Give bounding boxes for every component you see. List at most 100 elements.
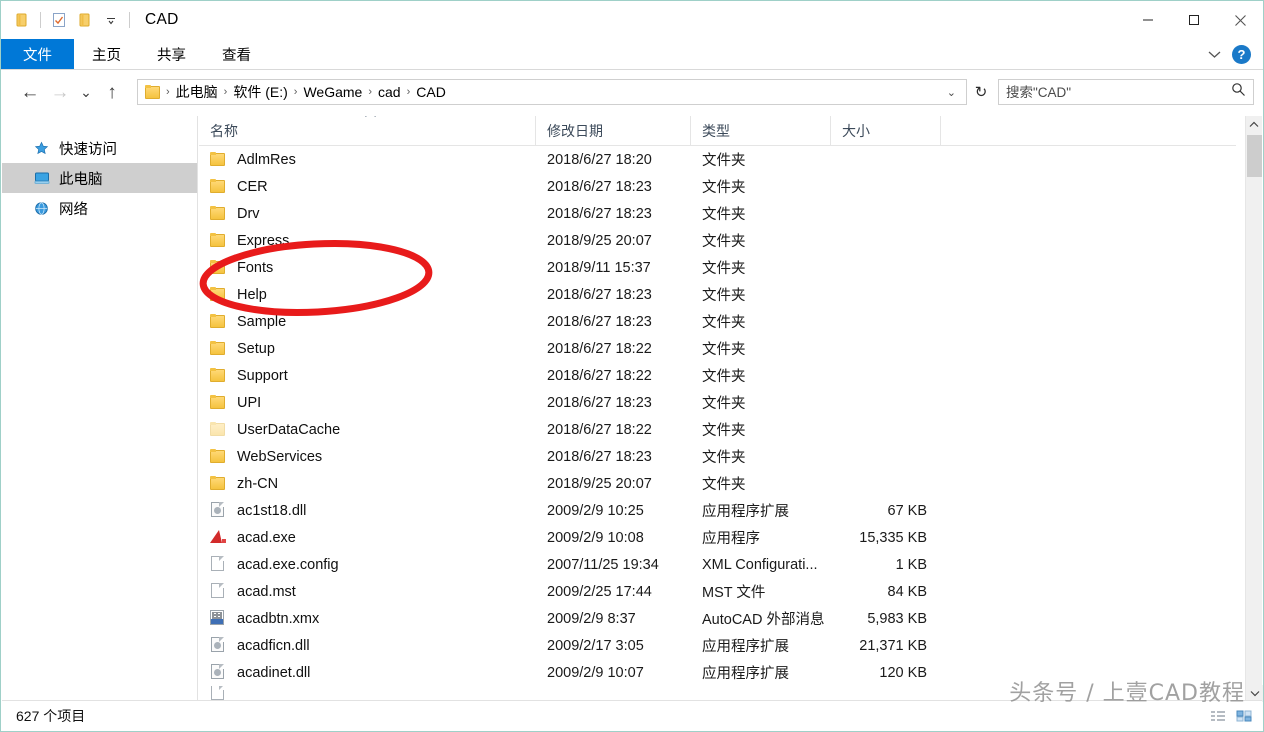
close-button[interactable] <box>1217 1 1263 39</box>
file-date-cell: 2007/11/25 19:34 <box>536 557 691 573</box>
breadcrumb-item-3[interactable]: cad <box>374 84 405 100</box>
sidebar-item-label: 网络 <box>59 198 88 219</box>
file-name-cell: Help <box>199 286 536 303</box>
file-name-label: acad.mst <box>237 584 296 600</box>
details-view-icon[interactable] <box>1208 707 1228 725</box>
file-date-cell: 2009/2/9 10:08 <box>536 530 691 546</box>
chevron-down-icon[interactable] <box>98 7 124 33</box>
search-box[interactable] <box>998 79 1254 105</box>
table-row[interactable]: AdlmRes2018/6/27 18:20文件夹 <box>199 146 1236 173</box>
column-header-type[interactable]: 类型 <box>691 116 831 146</box>
column-header-name[interactable]: 名称 <box>199 116 536 146</box>
generic-file-icon <box>210 583 227 600</box>
sort-ascending-icon <box>364 116 377 121</box>
tab-view[interactable]: 查看 <box>204 39 269 69</box>
file-date-cell: 2018/6/27 18:22 <box>536 368 691 384</box>
tab-share[interactable]: 共享 <box>139 39 204 69</box>
column-header-size[interactable]: 大小 <box>831 116 941 146</box>
table-row[interactable]: Help2018/6/27 18:23文件夹 <box>199 281 1236 308</box>
breadcrumb-separator: › <box>405 86 413 98</box>
file-name-label: WebServices <box>237 449 322 465</box>
sidebar-item-this-pc[interactable]: 此电脑 <box>2 163 197 193</box>
breadcrumb-item-2[interactable]: WeGame <box>299 84 366 100</box>
folder-icon <box>210 151 227 168</box>
breadcrumb-item-0[interactable]: 此电脑 <box>172 82 222 102</box>
file-date-cell: 2018/9/25 20:07 <box>536 233 691 249</box>
file-date-cell: 2018/6/27 18:22 <box>536 422 691 438</box>
folder-icon <box>210 286 227 303</box>
table-row[interactable]: WebServices2018/6/27 18:23文件夹 <box>199 443 1236 470</box>
breadcrumb-separator: › <box>164 86 172 98</box>
quick-access-toolbar <box>1 1 135 39</box>
table-row[interactable]: Setup2018/6/27 18:22文件夹 <box>199 335 1236 362</box>
table-row[interactable]: Support2018/6/27 18:22文件夹 <box>199 362 1236 389</box>
help-icon[interactable]: ? <box>1232 45 1251 64</box>
table-row[interactable]: acad.mst2009/2/25 17:44MST 文件84 KB <box>199 578 1236 605</box>
back-button[interactable]: ← <box>15 78 45 108</box>
table-row[interactable]: acad.exe.config2007/11/25 19:34XML Confi… <box>199 551 1236 578</box>
tab-file[interactable]: 文件 <box>1 39 74 69</box>
breadcrumb-item-4[interactable]: CAD <box>412 84 450 100</box>
file-name-cell: CER <box>199 178 536 195</box>
table-row[interactable]: CER2018/6/27 18:23文件夹 <box>199 173 1236 200</box>
vertical-scrollbar[interactable] <box>1245 116 1262 702</box>
table-row[interactable]: Fonts2018/9/11 15:37文件夹 <box>199 254 1236 281</box>
minimize-button[interactable] <box>1125 1 1171 39</box>
tab-home[interactable]: 主页 <box>74 39 139 69</box>
scroll-up-button[interactable] <box>1246 116 1262 133</box>
table-row[interactable]: Drv2018/6/27 18:23文件夹 <box>199 200 1236 227</box>
file-list-pane: 名称 修改日期 类型 大小 AdlmRes2018/6/27 18:20文件夹C… <box>199 116 1236 702</box>
sidebar-item-quick-access[interactable]: 快速访问 <box>2 133 197 163</box>
table-row[interactable]: zh-CN2018/9/25 20:07文件夹 <box>199 470 1236 497</box>
table-row[interactable]: acad.exe2009/2/9 10:08应用程序15,335 KB <box>199 524 1236 551</box>
chevron-down-icon[interactable]: ⌄ <box>941 86 962 99</box>
file-date-cell: 2009/2/17 3:05 <box>536 638 691 654</box>
file-name-cell: AdlmRes <box>199 151 536 168</box>
large-icons-view-icon[interactable] <box>1234 707 1254 725</box>
table-row[interactable]: UserDataCache2018/6/27 18:22文件夹 <box>199 416 1236 443</box>
address-path-box[interactable]: › 此电脑 › 软件 (E:) › WeGame › cad › CAD ⌄ <box>137 79 967 105</box>
breadcrumb: › 此电脑 › 软件 (E:) › WeGame › cad › CAD <box>164 82 941 102</box>
file-name-cell: acadficn.dll <box>199 637 536 654</box>
file-name-label: zh-CN <box>237 476 278 492</box>
search-icon[interactable] <box>1231 82 1246 102</box>
file-name-label: acad.exe.config <box>237 557 339 573</box>
file-name-cell <box>199 686 536 700</box>
new-folder-icon[interactable] <box>72 7 98 33</box>
network-icon <box>33 200 50 217</box>
table-row[interactable]: UPI2018/6/27 18:23文件夹 <box>199 389 1236 416</box>
folder-icon <box>210 178 227 195</box>
file-date-cell: 2018/6/27 18:23 <box>536 179 691 195</box>
recent-locations-button[interactable]: ⌄ <box>75 78 97 108</box>
file-name-label: Sample <box>237 314 286 330</box>
file-date-cell: 2018/6/27 18:23 <box>536 287 691 303</box>
table-row[interactable]: Express2018/9/25 20:07文件夹 <box>199 227 1236 254</box>
scrollbar-thumb[interactable] <box>1247 135 1262 177</box>
file-explorer-window: CAD 文件 主页 共享 查看 ? ← → ⌄ <box>0 0 1264 732</box>
folder-icon <box>210 448 227 465</box>
table-row[interactable]: ac1st18.dll2009/2/9 10:25应用程序扩展67 KB <box>199 497 1236 524</box>
forward-button[interactable]: → <box>45 78 75 108</box>
file-name-label: Drv <box>237 206 260 222</box>
refresh-button[interactable]: ↻ <box>969 79 993 105</box>
file-date-cell: 2009/2/9 10:25 <box>536 503 691 519</box>
chevron-down-icon[interactable] <box>1207 47 1222 62</box>
folder-icon <box>210 232 227 249</box>
file-date-cell: 2009/2/25 17:44 <box>536 584 691 600</box>
generic-file-icon <box>210 556 227 573</box>
properties-icon[interactable] <box>46 7 72 33</box>
table-row[interactable]: acadbtn.xmx2009/2/9 8:37AutoCAD 外部消息5,98… <box>199 605 1236 632</box>
search-input[interactable] <box>1006 85 1231 100</box>
window-title: CAD <box>145 11 179 29</box>
up-button[interactable]: ↑ <box>97 78 127 108</box>
sidebar-item-network[interactable]: 网络 <box>2 193 197 223</box>
maximize-button[interactable] <box>1171 1 1217 39</box>
file-name-cell: UPI <box>199 394 536 411</box>
folder-icon[interactable] <box>9 7 35 33</box>
table-row[interactable]: Sample2018/6/27 18:23文件夹 <box>199 308 1236 335</box>
breadcrumb-item-1[interactable]: 软件 (E:) <box>229 82 291 102</box>
file-name-label: Express <box>237 233 289 249</box>
dll-file-icon <box>210 502 227 519</box>
table-row[interactable]: acadficn.dll2009/2/17 3:05应用程序扩展21,371 K… <box>199 632 1236 659</box>
column-header-date[interactable]: 修改日期 <box>536 116 691 146</box>
